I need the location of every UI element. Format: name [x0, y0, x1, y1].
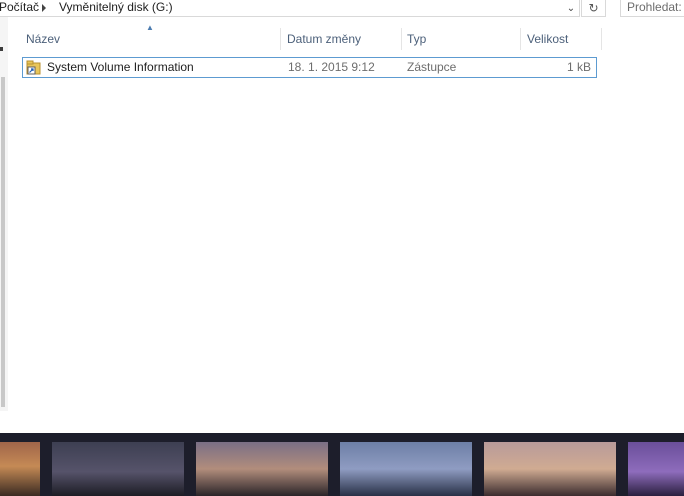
refresh-icon: ↻ [588, 1, 599, 15]
shortcut-folder-icon [26, 60, 41, 75]
sort-ascending-icon: ▲ [146, 23, 154, 32]
breadcrumb-removable-disk[interactable]: Vyměnitelný disk (G:) [59, 0, 173, 15]
wallpaper-thumbnail [340, 442, 472, 496]
search-input[interactable]: Prohledat: [620, 0, 684, 17]
breadcrumb-computer[interactable]: Počítač [0, 0, 39, 15]
file-date-modified: 18. 1. 2015 9:12 [288, 60, 375, 74]
desktop-background [0, 411, 684, 496]
wallpaper-thumbnail [484, 442, 616, 496]
column-divider[interactable] [601, 28, 602, 50]
file-size: 1 kB [566, 60, 591, 74]
wallpaper-thumbnail [0, 442, 40, 496]
file-type: Zástupce [407, 60, 457, 74]
nav-scrollbar[interactable] [1, 77, 5, 407]
column-divider[interactable] [280, 28, 281, 50]
file-name: System Volume Information [47, 60, 194, 74]
wallpaper-thumbnail [628, 442, 684, 496]
breadcrumb-separator-icon[interactable] [42, 4, 46, 12]
navigation-pane[interactable] [0, 17, 8, 421]
wallpaper-thumbnail [196, 442, 328, 496]
nav-arrow-icon[interactable] [0, 47, 3, 51]
column-header-name[interactable]: Název [26, 28, 60, 50]
chevron-down-icon[interactable]: ⌄ [563, 0, 579, 16]
column-header-date[interactable]: Datum změny [287, 28, 361, 50]
column-header: ▲ Název Datum změny Typ Velikost [18, 23, 602, 50]
table-row[interactable]: System Volume Information 18. 1. 2015 9:… [22, 57, 597, 78]
address-bar[interactable]: Počítač Vyměnitelný disk (G:) ⌄ [0, 0, 580, 17]
column-divider[interactable] [401, 28, 402, 50]
column-header-type[interactable]: Typ [407, 28, 426, 50]
column-header-size[interactable]: Velikost [527, 28, 568, 50]
column-divider[interactable] [520, 28, 521, 50]
wallpaper-thumbnail [52, 442, 184, 496]
refresh-button[interactable]: ↻ [581, 0, 606, 17]
search-placeholder: Prohledat: [627, 0, 682, 14]
